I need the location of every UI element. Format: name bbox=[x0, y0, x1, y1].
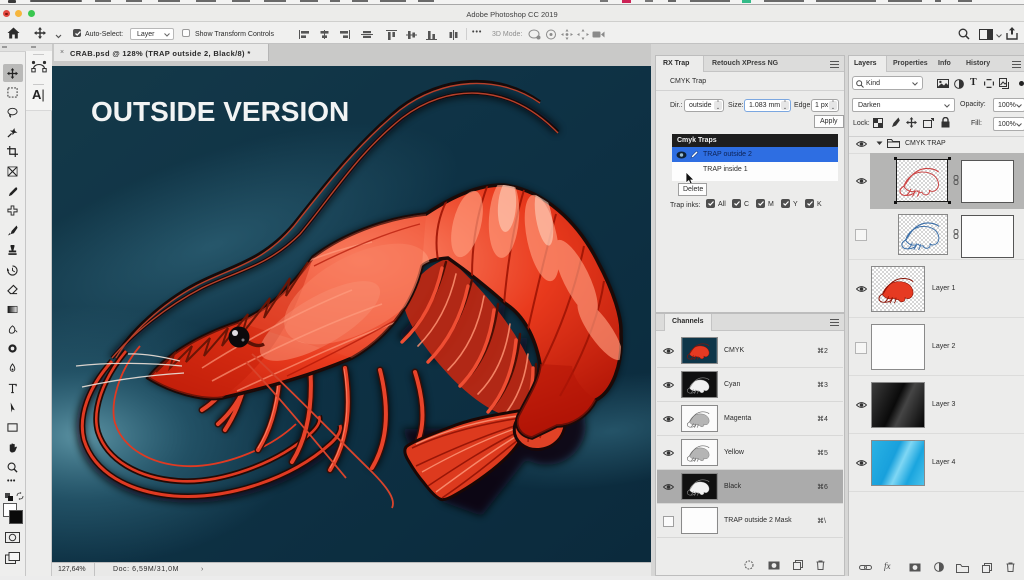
svg-text:OUTSIDE VERSION: OUTSIDE VERSION bbox=[91, 96, 349, 127]
